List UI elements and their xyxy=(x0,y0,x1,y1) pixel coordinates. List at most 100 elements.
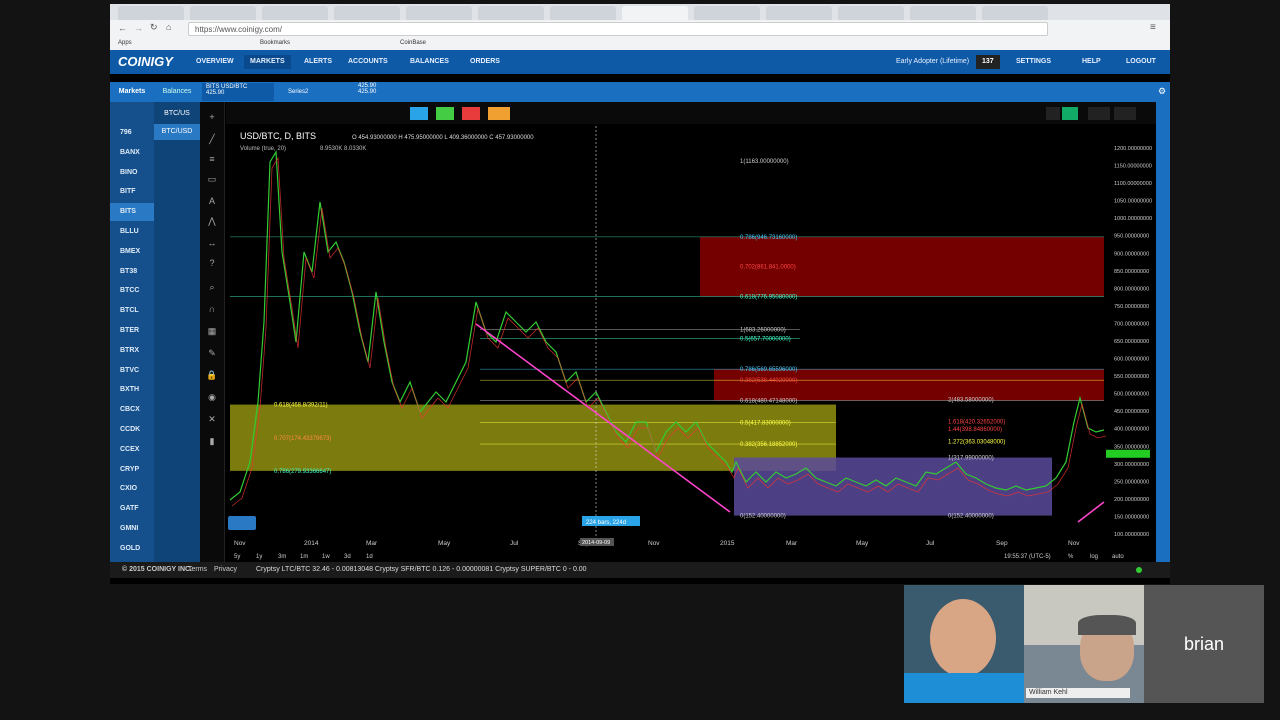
text-tool-icon[interactable]: A xyxy=(204,194,220,208)
eye-icon[interactable]: ◉ xyxy=(204,390,220,404)
exchange-item-cryp[interactable]: CRYP xyxy=(110,461,154,479)
trash-icon[interactable]: ▮ xyxy=(204,434,220,448)
nav-balances[interactable]: BALANCES xyxy=(404,55,455,69)
exchange-item-bter[interactable]: BTER xyxy=(110,322,154,340)
timeframe-button-5y[interactable]: 5y xyxy=(234,554,240,560)
browser-tab[interactable] xyxy=(982,6,1048,20)
browser-tab[interactable] xyxy=(838,6,904,20)
nav-orders[interactable]: ORDERS xyxy=(464,55,506,69)
price-chart[interactable]: USD/BTC, D, BITS O 454.93000000 H 475.950… xyxy=(200,102,1156,562)
crosshair-tool-icon[interactable]: + xyxy=(204,110,220,124)
browser-tab[interactable] xyxy=(694,6,760,20)
browser-tab[interactable] xyxy=(406,6,472,20)
nav-overview[interactable]: OVERVIEW xyxy=(190,55,240,69)
brush-icon[interactable]: ✎ xyxy=(204,346,220,360)
forward-icon[interactable]: → xyxy=(134,23,143,33)
market-item-btc-usd[interactable]: BTC/USD xyxy=(154,124,200,140)
tab-markets[interactable]: Markets xyxy=(110,82,154,102)
scale-option-auto[interactable]: auto xyxy=(1112,554,1124,560)
terms-link[interactable]: Terms xyxy=(188,562,207,578)
nav-accounts[interactable]: ACCOUNTS xyxy=(342,55,394,69)
browser-tab[interactable] xyxy=(478,6,544,20)
exchange-item-bmex[interactable]: BMEX xyxy=(110,243,154,261)
browser-tab[interactable] xyxy=(766,6,832,20)
timeframe-button-3m[interactable]: 3m xyxy=(278,554,286,560)
exchange-item-bitf[interactable]: BITF xyxy=(110,183,154,201)
exchange-item-banx[interactable]: BANX xyxy=(110,144,154,162)
gear-icon[interactable]: ⚙ xyxy=(1158,86,1166,97)
market-item-btc-us[interactable]: BTC/US xyxy=(154,106,200,122)
url-input[interactable]: https://www.coinigy.com/ xyxy=(188,22,1048,36)
chart-tab-series2[interactable]: Series2 xyxy=(288,83,348,101)
timeframe-button-3d[interactable]: 3d xyxy=(344,554,351,560)
address-bar: ← → ↻ ⌂ https://www.coinigy.com/ ≡ xyxy=(110,20,1170,38)
exchange-item-gmni[interactable]: GMNI xyxy=(110,520,154,538)
ruler-icon[interactable]: ▦ xyxy=(204,324,220,338)
exchange-item-gold[interactable]: GOLD xyxy=(110,540,154,558)
bookmark-coinbase[interactable]: CoinBase xyxy=(400,40,426,46)
timeframe-button-1w[interactable]: 1w xyxy=(322,554,330,560)
exchange-item-btvc[interactable]: BTVC xyxy=(110,362,154,380)
exchange-item-bxth[interactable]: BXTH xyxy=(110,381,154,399)
bookmark-bookmarks[interactable]: Bookmarks xyxy=(260,40,290,46)
chart-tab-third[interactable]: 425.90 425.90 xyxy=(358,83,398,101)
exchange-item-cxio[interactable]: CXIO xyxy=(110,480,154,498)
tab-balances[interactable]: Balances xyxy=(154,82,200,102)
nav-markets-label: MARKETS xyxy=(250,58,285,65)
back-icon[interactable]: ← xyxy=(118,23,127,33)
browser-tab[interactable] xyxy=(118,6,184,20)
lock-icon[interactable]: 🔒 xyxy=(204,368,220,382)
browser-tab[interactable] xyxy=(190,6,256,20)
reload-icon[interactable]: ↻ xyxy=(150,22,158,33)
nav-help[interactable]: HELP xyxy=(1076,55,1107,69)
fib-label: 0.382(538.44920000) xyxy=(740,378,797,384)
nav-alerts[interactable]: ALERTS xyxy=(298,55,338,69)
zoom-icon[interactable]: ⌕ xyxy=(204,280,220,294)
exchange-item-ccdk[interactable]: CCDK xyxy=(110,421,154,439)
exchange-item-btcc[interactable]: BTCC xyxy=(110,282,154,300)
exchange-item-btrx[interactable]: BTRX xyxy=(110,342,154,360)
nav-settings[interactable]: SETTINGS xyxy=(1010,55,1057,69)
horizontal-line-tool-icon[interactable]: ≡ xyxy=(204,152,220,166)
rectangle-tool-icon[interactable]: ▭ xyxy=(204,172,220,186)
message-count-badge[interactable]: 137 xyxy=(976,55,1000,69)
menu-icon[interactable]: ≡ xyxy=(1150,22,1156,33)
browser-tab[interactable] xyxy=(910,6,976,20)
y-tick-label: 1100.00000000 xyxy=(1114,181,1152,187)
trendline-tool-icon[interactable]: ╱ xyxy=(204,132,220,146)
nav-logout[interactable]: LOGOUT xyxy=(1120,55,1162,69)
exchange-item-ccex[interactable]: CCEX xyxy=(110,441,154,459)
magnet-icon[interactable]: ∩ xyxy=(204,302,220,316)
scale-option-log[interactable]: log xyxy=(1090,554,1098,560)
exchange-item-gatf[interactable]: GATF xyxy=(110,500,154,518)
privacy-link[interactable]: Privacy xyxy=(214,562,237,578)
exchange-item-bt38[interactable]: BT38 xyxy=(110,263,154,281)
browser-tab[interactable] xyxy=(622,6,688,20)
remove-drawings-icon[interactable]: ✕ xyxy=(204,412,220,426)
timeframe-button-1m[interactable]: 1m xyxy=(300,554,308,560)
exchange-item-btcl[interactable]: BTCL xyxy=(110,302,154,320)
coinigy-logo[interactable]: COINIGY xyxy=(118,54,173,69)
browser-tab[interactable] xyxy=(262,6,328,20)
scale-option-%[interactable]: % xyxy=(1068,554,1074,560)
chart-tab-bits[interactable]: BITS USD/BTC 425.90 xyxy=(202,83,274,101)
fib-label: 0.618(480.47148000) xyxy=(740,398,797,404)
home-icon[interactable]: ⌂ xyxy=(166,22,171,32)
exchange-item-bits[interactable]: BITS xyxy=(110,203,154,222)
browser-tab[interactable] xyxy=(334,6,400,20)
exchange-item-796[interactable]: 796 xyxy=(110,124,154,142)
timeframe-button-1d[interactable]: 1d xyxy=(366,554,373,560)
bookmark-apps[interactable]: Apps xyxy=(118,40,132,46)
pattern-tool-icon[interactable]: ⋀ xyxy=(204,214,220,228)
measure-tool-icon[interactable]: ↔ xyxy=(204,236,220,250)
exchange-item-bino[interactable]: BINO xyxy=(110,164,154,182)
exchange-item-bllu[interactable]: BLLU xyxy=(110,223,154,241)
timeframe-button-1y[interactable]: 1y xyxy=(256,554,262,560)
browser-tab[interactable] xyxy=(550,6,616,20)
chart-symbol: USD/BTC, D, BITS xyxy=(240,131,316,141)
fib-label: 0(152.40000000) xyxy=(740,514,786,520)
x-tick-label: Nov xyxy=(648,540,660,547)
help-icon[interactable]: ? xyxy=(204,256,220,270)
nav-markets[interactable]: MARKETS xyxy=(244,55,291,69)
exchange-item-cbcx[interactable]: CBCX xyxy=(110,401,154,419)
